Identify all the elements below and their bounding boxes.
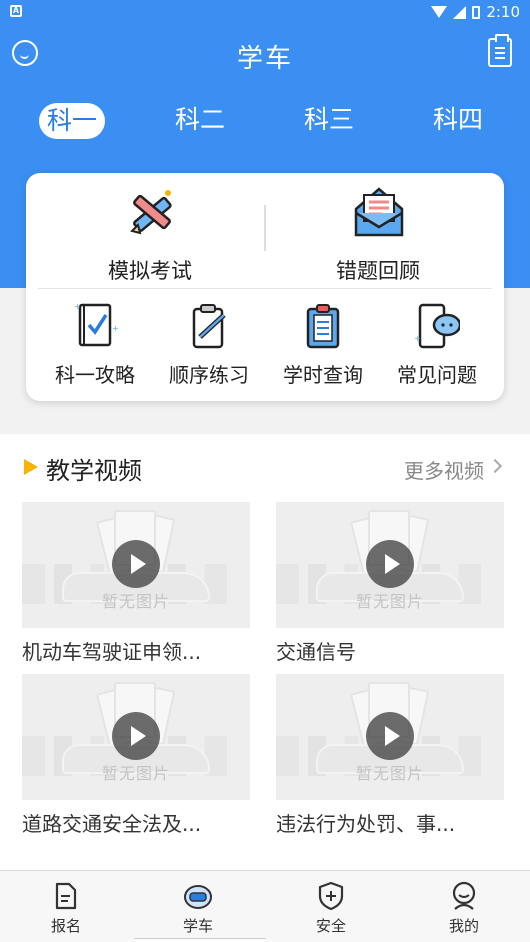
tab-ke-er[interactable]: 科二 — [165, 100, 235, 140]
faq-button[interactable]: + 常见问题 — [382, 301, 492, 391]
video-title: 道路交通安全法及... — [22, 812, 202, 836]
video-title: 违法行为处罚、事... — [276, 812, 456, 836]
wifi-icon — [431, 6, 448, 18]
hours-query-label: 学时查询 — [283, 363, 363, 387]
clipboard-list-icon — [306, 304, 340, 349]
clipboard-pen-icon — [192, 304, 226, 349]
document-icon — [55, 882, 77, 910]
video-item[interactable]: 暂无图片 机动车驾驶证申领... — [22, 502, 250, 665]
video-thumbnail: 暂无图片 — [22, 674, 250, 800]
svg-text:+: + — [112, 324, 118, 333]
wrong-questions-button[interactable]: 错题回顾 — [278, 183, 478, 283]
no-image-text: 暂无图片 — [101, 592, 170, 611]
person-icon — [452, 881, 476, 910]
no-image-text: 暂无图片 — [355, 592, 424, 611]
no-image-text: 暂无图片 — [355, 764, 424, 783]
tab-ke-san[interactable]: 科三 — [294, 100, 364, 140]
no-image-text: 暂无图片 — [101, 764, 170, 783]
page-title: 学车 — [236, 44, 293, 74]
play-icon[interactable] — [366, 540, 414, 588]
teaching-videos-section: 教学视频 更多视频 暂无图片 机动车驾驶证申领... 暂无图片 交通信号 暂无图… — [0, 434, 530, 870]
feature-card: 模拟考试 错题回顾 + + 科一攻略 顺序练习 学时查询 + 常见问题 — [26, 173, 504, 401]
video-title: 交通信号 — [276, 640, 356, 664]
video-thumbnail: 暂无图片 — [276, 502, 504, 628]
status-bar: A 2:10 — [0, 0, 530, 26]
video-thumbnail: 暂无图片 — [276, 674, 504, 800]
app-bar: 学车 — [0, 26, 530, 82]
faq-label: 常见问题 — [397, 363, 477, 387]
video-title: 机动车驾驶证申领... — [22, 640, 202, 664]
nav-label: 我的 — [448, 917, 479, 935]
play-icon[interactable] — [366, 712, 414, 760]
video-item[interactable]: 暂无图片 交通信号 — [276, 502, 504, 665]
play-icon[interactable] — [112, 540, 160, 588]
nav-item-profile[interactable]: 我的 — [424, 871, 504, 942]
hours-query-button[interactable]: 学时查询 — [268, 301, 378, 391]
chevron-right-icon — [487, 458, 503, 474]
home-indicator — [134, 938, 266, 942]
nav-item-safety[interactable]: 安全 — [291, 871, 371, 942]
battery-icon — [472, 5, 481, 19]
mock-exam-label: 模拟考试 — [108, 259, 192, 283]
book-check-icon: + + — [74, 302, 118, 347]
subject-tabs: 科一 科二 科三 科四 — [0, 100, 530, 142]
video-item[interactable]: 暂无图片 道路交通安全法及... — [22, 674, 250, 837]
mock-exam-button[interactable]: 模拟考试 — [50, 183, 250, 283]
envelope-icon — [354, 187, 404, 237]
more-videos-link[interactable]: 更多视频 — [404, 455, 484, 484]
nav-label: 学车 — [182, 917, 213, 935]
pencil-ruler-icon — [130, 190, 172, 235]
video-thumbnail: 暂无图片 — [22, 502, 250, 628]
clipboard-icon[interactable] — [488, 34, 512, 67]
divider — [264, 205, 266, 251]
divider — [38, 288, 492, 289]
svg-text:+: + — [414, 334, 421, 343]
wrong-questions-label: 错题回顾 — [336, 259, 420, 283]
shield-plus-icon — [318, 881, 344, 911]
nav-item-signup[interactable]: 报名 — [26, 871, 106, 942]
play-icon[interactable] — [112, 712, 160, 760]
sequential-practice-button[interactable]: 顺序练习 — [154, 301, 264, 391]
guide-label: 科一攻略 — [55, 363, 135, 387]
phone-chat-icon: + — [414, 303, 460, 349]
nav-item-learn-driving[interactable]: 学车 — [158, 871, 238, 942]
notification-icon: A — [10, 5, 22, 17]
nav-label: 报名 — [50, 917, 81, 935]
car-icon — [184, 885, 212, 909]
section-title: 教学视频 — [46, 457, 142, 485]
sequential-practice-label: 顺序练习 — [169, 363, 249, 387]
tab-ke-yi[interactable]: 科一 — [39, 103, 105, 139]
signal-icon — [453, 5, 467, 19]
svg-text:+: + — [74, 302, 81, 311]
section-marker-icon — [24, 459, 38, 475]
status-time: 2:10 — [486, 3, 520, 21]
tab-ke-si[interactable]: 科四 — [423, 100, 493, 140]
nav-label: 安全 — [315, 917, 346, 935]
video-item[interactable]: 暂无图片 违法行为处罚、事... — [276, 674, 504, 837]
guide-button[interactable]: + + 科一攻略 — [40, 301, 150, 391]
bottom-navigation: 报名 学车 安全 我的 — [0, 870, 530, 942]
